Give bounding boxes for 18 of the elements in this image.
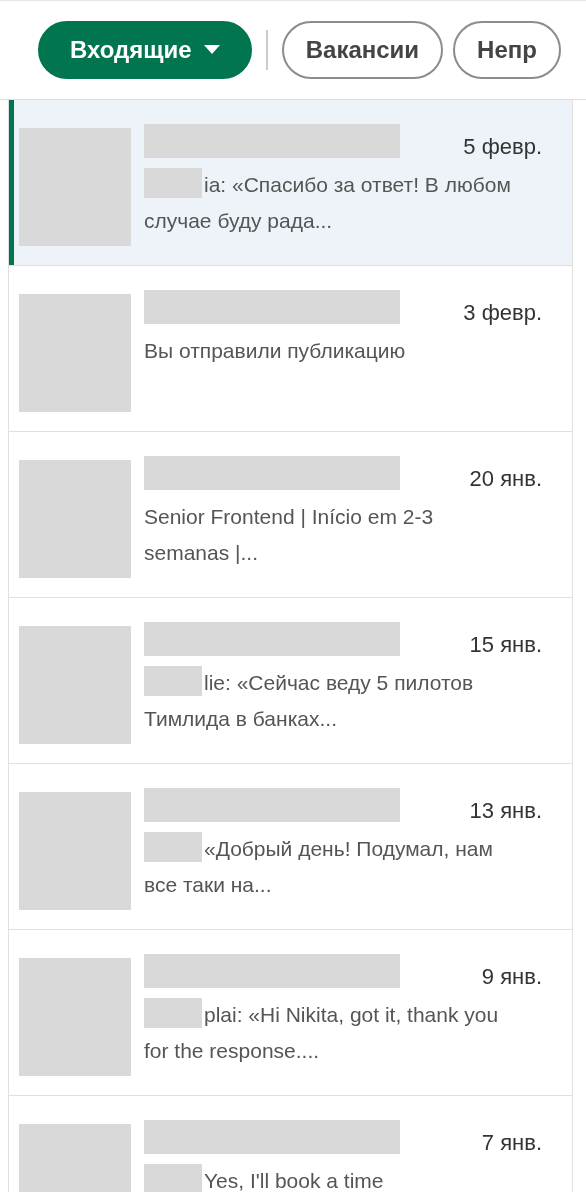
filter-pill[interactable]: Входящие: [38, 21, 252, 79]
message-preview: Senior Frontend | Início em 2-3 semanas |...: [144, 505, 434, 564]
message-date: 7 янв.: [481, 1129, 542, 1157]
message-preview: plai: «Hi Nikita, got it, thank you for the response....: [144, 1003, 499, 1062]
message-preview: Вы отправили публикацию: [144, 339, 406, 362]
filter-pill[interactable]: Вакансии: [281, 21, 444, 79]
message-date: 15 янв.: [469, 631, 542, 659]
message-preview: ia: «Спасибо за ответ! В любом случае буду рада...: [144, 173, 511, 232]
message-date: 5 февр.: [463, 133, 542, 161]
message-date: 9 янв.: [481, 963, 542, 991]
message-preview: Yes, I'll book a time: [204, 1169, 384, 1192]
filter-pill[interactable]: Непр: [453, 21, 561, 79]
message-preview: «Добрый день! Подумал, нам все таки на...: [144, 837, 493, 896]
conversation-item[interactable]: 5 февр. ia: «Спасибо за ответ! В любом случае буду рада...: [9, 100, 572, 266]
message-preview: lie: «Сейчас веду 5 пилотов Тимлида в банках...: [144, 671, 474, 730]
message-date: 3 февр.: [463, 299, 542, 327]
message-date: 13 янв.: [469, 797, 542, 825]
message-date: 20 янв.: [469, 465, 542, 493]
